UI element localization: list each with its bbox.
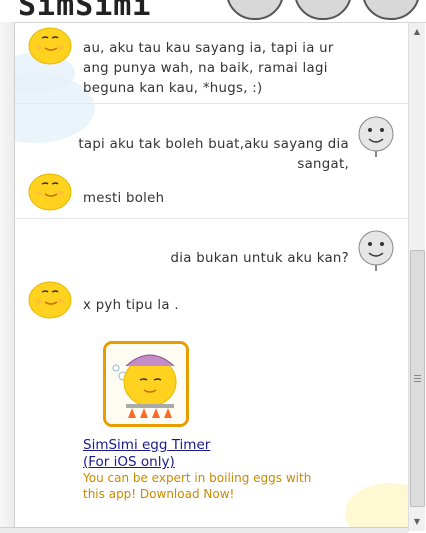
message-text: tapi aku tak boleh buat,aku sayang dia s… bbox=[78, 137, 349, 172]
background-sun bbox=[345, 483, 408, 527]
message-text: au, aku tau kau sayang ia, tapi ia ur an… bbox=[83, 41, 334, 96]
ad-title-line[interactable]: (For iOS only) bbox=[83, 454, 210, 471]
simsimi-chick-icon bbox=[28, 25, 72, 65]
message-text: dia bukan untuk aku kan? bbox=[170, 251, 349, 266]
top-bar: SimSimi bbox=[0, 0, 426, 23]
top-face-icon bbox=[294, 0, 352, 20]
message-separator bbox=[15, 103, 408, 104]
bottom-edge bbox=[0, 527, 408, 533]
simsimi-chick-icon bbox=[28, 279, 72, 319]
scroll-down-arrow[interactable]: ▼ bbox=[409, 513, 425, 529]
message-text: mesti boleh bbox=[83, 191, 165, 206]
chat-window: au, aku tau kau sayang ia, tapi ia ur an… bbox=[15, 23, 408, 527]
scroll-up-arrow[interactable]: ▲ bbox=[409, 23, 425, 39]
message-text: x pyh tipu la . bbox=[83, 298, 179, 313]
message-separator bbox=[15, 218, 408, 219]
top-face-icon bbox=[226, 0, 284, 20]
scroll-grip bbox=[414, 375, 421, 376]
scroll-thumb[interactable] bbox=[410, 250, 425, 507]
scroll-grip bbox=[414, 378, 421, 379]
left-edge-frame bbox=[0, 22, 15, 532]
scroll-grip bbox=[414, 381, 421, 382]
simsimi-logo: SimSimi bbox=[18, 0, 152, 23]
ad-description: You can be expert in boiling eggs with t… bbox=[83, 471, 312, 501]
simsimi-chick-icon bbox=[28, 171, 72, 211]
vertical-scrollbar[interactable]: ▲ ▼ bbox=[408, 23, 425, 531]
ad-title-link[interactable]: SimSimi egg Timer (For iOS only) bbox=[83, 437, 210, 471]
user-gray-face-icon bbox=[357, 116, 395, 158]
top-face-icon bbox=[362, 0, 420, 20]
egg-timer-app-icon[interactable] bbox=[103, 341, 189, 427]
ad-title-line[interactable]: SimSimi egg Timer bbox=[83, 437, 210, 454]
user-gray-face-icon bbox=[357, 230, 395, 272]
